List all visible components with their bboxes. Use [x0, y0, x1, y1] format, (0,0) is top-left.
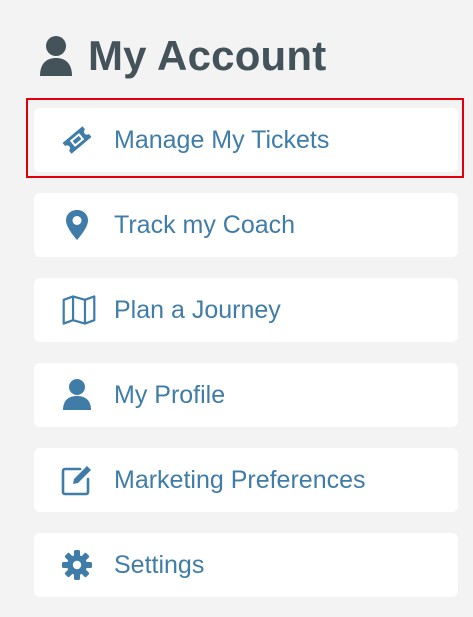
menu-item-marketing-preferences[interactable]: Marketing Preferences [34, 448, 458, 512]
menu-item-settings[interactable]: Settings [34, 533, 458, 597]
menu-item-track-my-coach[interactable]: Track my Coach [34, 193, 458, 257]
menu-item-label: Plan a Journey [114, 295, 281, 324]
ticket-icon [60, 123, 94, 157]
menu-item-plan-a-journey[interactable]: Plan a Journey [34, 278, 458, 342]
map-icon [62, 293, 96, 327]
menu-item-label: Settings [114, 550, 205, 579]
menu-item-label: My Profile [114, 380, 226, 409]
page-header: My Account [38, 28, 326, 84]
menu-item-label: Track my Coach [114, 210, 296, 239]
menu-item-my-profile[interactable]: My Profile [34, 363, 458, 427]
menu-item-label: Marketing Preferences [114, 465, 366, 494]
map-pin-icon [60, 208, 94, 242]
user-icon [60, 378, 94, 412]
menu-item-label: Manage My Tickets [114, 125, 330, 154]
gear-icon [60, 548, 94, 582]
edit-icon [60, 463, 94, 497]
page-title: My Account [88, 32, 327, 79]
user-icon [40, 36, 72, 76]
menu-item-manage-my-tickets[interactable]: Manage My Tickets [34, 108, 458, 172]
